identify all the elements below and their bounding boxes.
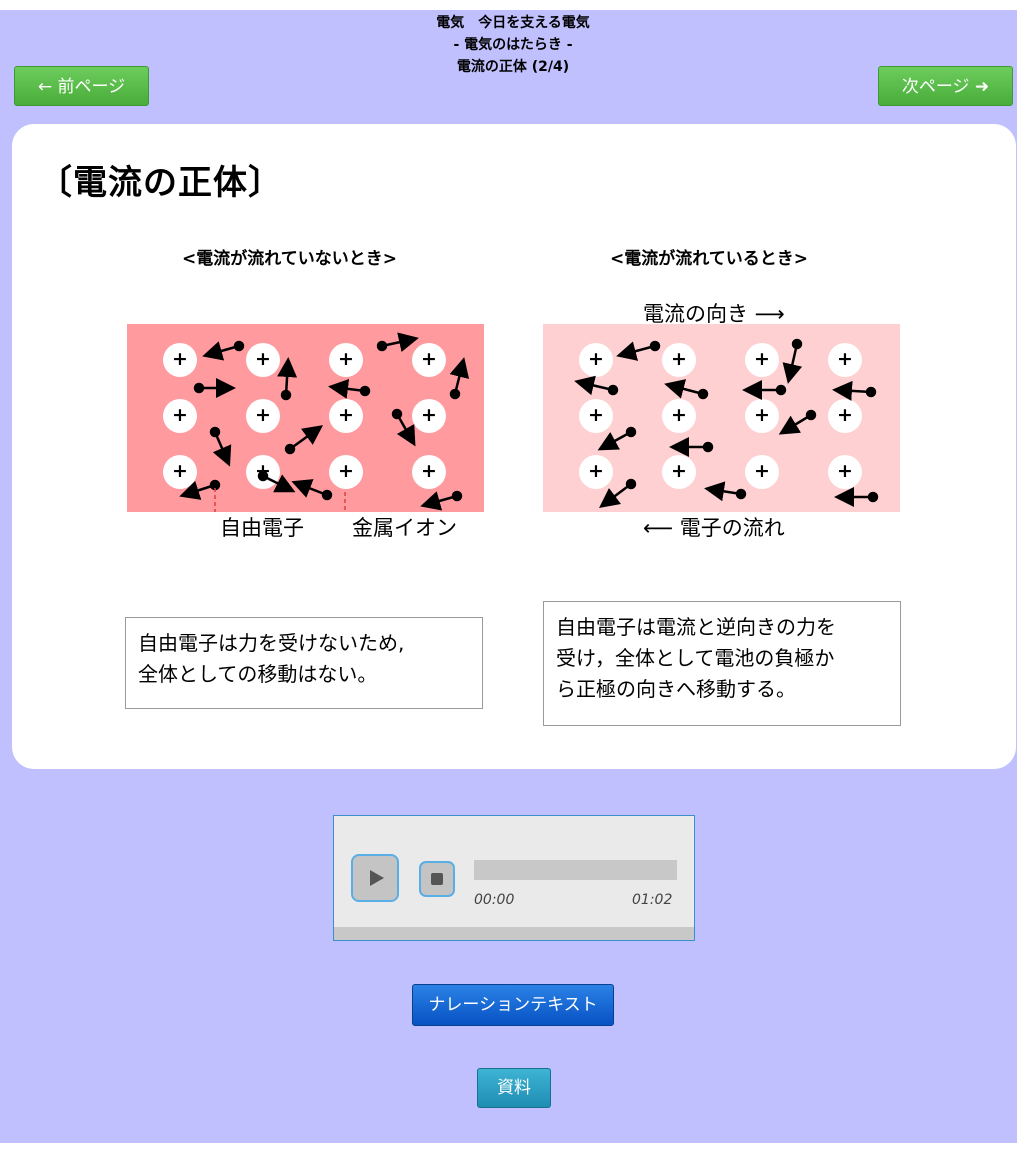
no-current-diagram: + + + + + + + + + + + + — [127, 324, 484, 512]
header-line-2: - 電気のはたらき - — [453, 37, 573, 53]
no-current-explanation: 自由電子は力を受けないため, 全体としての移動はない。 — [125, 617, 483, 709]
free-electron-label: 自由電子 — [220, 516, 304, 540]
explanation-line: 全体としての移動はない。 — [138, 662, 378, 686]
no-current-label: <電流が流れていないとき> — [182, 249, 397, 269]
electron-flow-caption: ⟵ 電子の流れ — [643, 516, 785, 540]
page-header: 電気 今日を支える電気 - 電気のはたらき - 電流の正体 (2/4) — [263, 12, 763, 78]
current-flowing-diagram: + + + + + + + + + + + + — [543, 324, 900, 512]
player-footer-bar — [334, 927, 694, 940]
free-electrons-drifting — [574, 338, 879, 508]
stop-icon — [431, 873, 443, 885]
current-time: 00:00 — [474, 892, 515, 908]
metal-ion-label: 金属イオン — [352, 516, 457, 540]
current-flowing-explanation: 自由電子は電流と逆向きの力を 受け，全体として電池の負極か ら正極の向きへ移動す… — [543, 601, 901, 726]
header-line-1: 電気 今日を支える電気 — [436, 15, 590, 31]
explanation-line: 自由電子は電流と逆向きの力を — [556, 615, 836, 639]
explanation-line: ら正極の向きへ移動する。 — [556, 677, 796, 701]
total-time: 01:02 — [632, 892, 673, 908]
section-title: 〔電流の正体〕 — [38, 163, 283, 203]
audio-player: 00:00 01:02 — [333, 815, 695, 941]
material-button[interactable]: 資料 — [477, 1068, 551, 1108]
play-icon — [370, 870, 384, 886]
top-border — [0, 0, 1027, 10]
play-button[interactable] — [351, 854, 399, 902]
next-page-button[interactable]: 次ページ ➜ — [878, 66, 1013, 106]
narration-text-button[interactable]: ナレーションテキスト — [412, 984, 614, 1026]
header-line-3: 電流の正体 (2/4) — [456, 59, 570, 75]
progress-bar[interactable] — [474, 860, 677, 880]
free-electrons-random — [179, 332, 470, 512]
previous-page-button[interactable]: ← 前ページ — [14, 66, 149, 106]
page-background: 電気 今日を支える電気 - 電気のはたらき - 電流の正体 (2/4) ← 前ペ… — [0, 0, 1017, 1143]
explanation-line: 受け，全体として電池の負極か — [556, 646, 835, 670]
stop-button[interactable] — [419, 861, 455, 897]
explanation-line: 自由電子は力を受けないため, — [138, 631, 405, 655]
current-flowing-label: <電流が流れているとき> — [610, 249, 808, 269]
